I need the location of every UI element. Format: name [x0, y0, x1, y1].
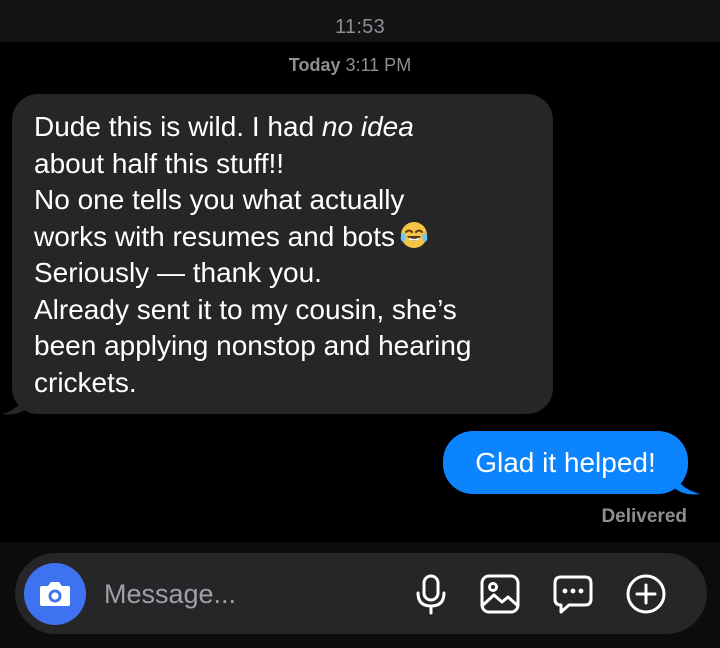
status-time: 11:53 — [334, 16, 386, 38]
message-line: Dude this is wild. I had no idea — [34, 111, 414, 142]
message-line: been applying nonstop and hearing — [34, 330, 472, 361]
camera-icon — [40, 582, 70, 606]
incoming-message-bubble[interactable]: Dude this is wild. I had no idea about h… — [12, 94, 553, 414]
sticker-icon — [553, 575, 593, 614]
microphone-button[interactable] — [409, 572, 453, 616]
message-line: about half this stuff!! — [34, 147, 285, 179]
gallery-button[interactable] — [478, 572, 522, 616]
sticker-button[interactable] — [551, 572, 595, 616]
conversation-timestamp: Today 3:11 PM — [0, 55, 700, 76]
camera-button[interactable] — [24, 563, 86, 625]
message-line: crickets. — [34, 366, 137, 398]
delivery-status: Delivered — [601, 506, 687, 527]
emphasis-text: no idea — [321, 111, 414, 142]
message-line: No one tells you what actually — [34, 184, 405, 215]
timestamp-day: Today — [288, 55, 341, 75]
status-bar: 11:53 — [0, 0, 720, 42]
message-line: Seriously — thank you. — [34, 257, 322, 288]
gallery-icon — [480, 574, 520, 614]
plus-button[interactable] — [624, 572, 668, 616]
message-input[interactable] — [100, 570, 398, 618]
message-line: works with resumes and bots — [34, 219, 533, 256]
outgoing-message-bubble[interactable]: Glad it helped! — [443, 431, 688, 494]
microphone-icon — [416, 574, 446, 615]
timestamp-time: 3:11 PM — [345, 55, 412, 75]
incoming-message-text: Dude this is wild. I had no idea about h… — [34, 109, 533, 401]
face-with-tears-of-joy-icon — [399, 220, 429, 250]
message-line: Already sent it to my cousin, she’s — [34, 293, 457, 325]
plus-icon — [626, 574, 666, 614]
